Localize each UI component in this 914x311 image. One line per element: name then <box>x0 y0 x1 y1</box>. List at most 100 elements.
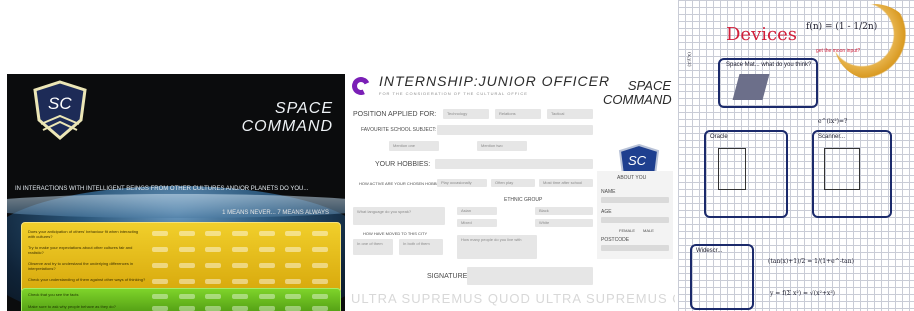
question-text: Observe and try to understand the underl… <box>28 261 134 271</box>
devices-sketch-panel: Devices f(n) = (1 - 1/2n) get the moon i… <box>678 0 914 311</box>
cultural-office-logo-icon <box>349 74 373 98</box>
signature-field[interactable] <box>467 267 593 285</box>
rating-option[interactable] <box>311 306 328 311</box>
postcode-field[interactable] <box>601 245 669 251</box>
moon-sketch <box>834 4 914 80</box>
rating-option[interactable] <box>311 294 328 299</box>
gender-female[interactable]: Female <box>619 228 635 233</box>
rating-option[interactable] <box>152 247 168 252</box>
ethnic-option-mixed[interactable]: Mixed <box>457 219 497 227</box>
language-field[interactable]: What language do you speak? <box>353 207 445 225</box>
rating-option[interactable] <box>205 231 222 236</box>
rating-option[interactable] <box>258 279 275 284</box>
rating-option[interactable] <box>285 231 302 236</box>
age-field[interactable] <box>601 217 669 223</box>
favourite-subject-label: Favourite school subject: <box>361 127 437 133</box>
ethnic-option-asian[interactable]: Asian <box>457 207 497 215</box>
equation-side: (x,y,z) <box>686 52 692 67</box>
rating-option[interactable] <box>258 263 275 268</box>
option-text: Often play <box>495 180 514 185</box>
rating-option[interactable] <box>178 279 195 284</box>
rating-option[interactable] <box>285 294 302 299</box>
position-option-relations[interactable]: Relations <box>495 109 541 119</box>
name-field[interactable] <box>601 197 669 203</box>
rating-option[interactable] <box>152 279 168 284</box>
rating-option[interactable] <box>231 247 248 252</box>
hobbies-field[interactable] <box>435 159 593 169</box>
position-option-technology[interactable]: Technology <box>443 109 489 119</box>
rating-scale[interactable] <box>152 306 328 311</box>
one-of-them-option[interactable]: In one of them <box>353 239 393 255</box>
mention-two-field[interactable]: Mention two <box>477 141 527 151</box>
ethnic-option-black[interactable]: Black <box>535 207 593 215</box>
rating-option[interactable] <box>258 294 275 299</box>
rating-option[interactable] <box>205 263 222 268</box>
rating-option[interactable] <box>178 231 195 236</box>
rating-option[interactable] <box>311 279 328 284</box>
rating-option[interactable] <box>152 306 168 311</box>
both-of-them-option[interactable]: In both of them <box>399 239 443 255</box>
hobby-option-often[interactable]: Often play <box>491 179 535 187</box>
rating-option[interactable] <box>311 247 328 252</box>
favourite-subject-field[interactable] <box>437 125 593 135</box>
rating-option[interactable] <box>205 294 222 299</box>
rating-option[interactable] <box>178 306 195 311</box>
gender-male[interactable]: Male <box>643 228 654 233</box>
rating-option[interactable] <box>152 231 168 236</box>
rating-option[interactable] <box>178 247 195 252</box>
rating-option[interactable] <box>285 306 302 311</box>
rating-option[interactable] <box>231 279 248 284</box>
sketch-label: Space Mat... what do you think? <box>726 62 812 68</box>
question-text: Try to make your expectations about othe… <box>28 245 133 255</box>
name-label: Name <box>601 189 616 195</box>
option-text: Tactical <box>551 111 565 116</box>
rating-option[interactable] <box>231 231 248 236</box>
equation-top: f(n) = (1 - 1/2n) <box>806 22 878 32</box>
rating-option[interactable] <box>205 247 222 252</box>
rating-option[interactable] <box>285 279 302 284</box>
command-title: COMMAND <box>241 118 333 135</box>
hobby-option-most-time[interactable]: Most time after school <box>539 179 593 187</box>
rating-scale[interactable] <box>152 279 328 284</box>
red-note: get the moon input? <box>816 48 861 54</box>
option-text: Technology <box>447 111 468 116</box>
rating-option[interactable] <box>152 263 168 268</box>
rating-option[interactable] <box>258 247 275 252</box>
rating-option[interactable] <box>205 306 222 311</box>
rating-option[interactable] <box>178 263 195 268</box>
rating-scale[interactable] <box>152 231 328 236</box>
rating-option[interactable] <box>311 231 328 236</box>
rating-option[interactable] <box>152 294 168 299</box>
equation-middle: e^(ix²)=? <box>818 118 848 125</box>
position-option-tactical[interactable]: Tactical <box>547 109 593 119</box>
rating-scale[interactable] <box>152 294 328 299</box>
position-label: Position Applied for: <box>353 111 437 118</box>
rating-option[interactable] <box>231 294 248 299</box>
rating-scale[interactable] <box>152 247 328 252</box>
rating-option[interactable] <box>311 263 328 268</box>
devices-heading: Devices <box>726 24 797 45</box>
ethnic-option-white[interactable]: White <box>535 219 593 227</box>
about-you-label: About you <box>617 175 647 181</box>
question-text: Make sure to ask why people behave as th… <box>28 304 116 309</box>
survey-intro: In interactions with intelligent beings … <box>15 186 309 192</box>
rating-option[interactable] <box>285 247 302 252</box>
command-title-line: COMMAND <box>603 92 672 107</box>
sketch-label: Scanner... <box>818 134 846 140</box>
option-text: Relations <box>499 111 516 116</box>
question-row: Make sure to ask why people behave as th… <box>28 304 328 311</box>
rating-option[interactable] <box>205 279 222 284</box>
rating-scale[interactable] <box>152 263 328 268</box>
rating-option[interactable] <box>178 294 195 299</box>
mention-one-field[interactable]: Mention one <box>389 141 439 151</box>
rating-option[interactable] <box>258 231 275 236</box>
rating-option[interactable] <box>231 263 248 268</box>
option-text: Black <box>539 208 549 213</box>
rating-option[interactable] <box>231 306 248 311</box>
hobby-option-occasional[interactable]: Play occasionally <box>437 179 487 187</box>
rating-option[interactable] <box>285 263 302 268</box>
household-field[interactable]: How many people do you live with <box>457 235 537 259</box>
space-mat-drawing <box>732 74 770 100</box>
question-row: Try to make your expectations about othe… <box>28 245 328 255</box>
rating-option[interactable] <box>258 306 275 311</box>
